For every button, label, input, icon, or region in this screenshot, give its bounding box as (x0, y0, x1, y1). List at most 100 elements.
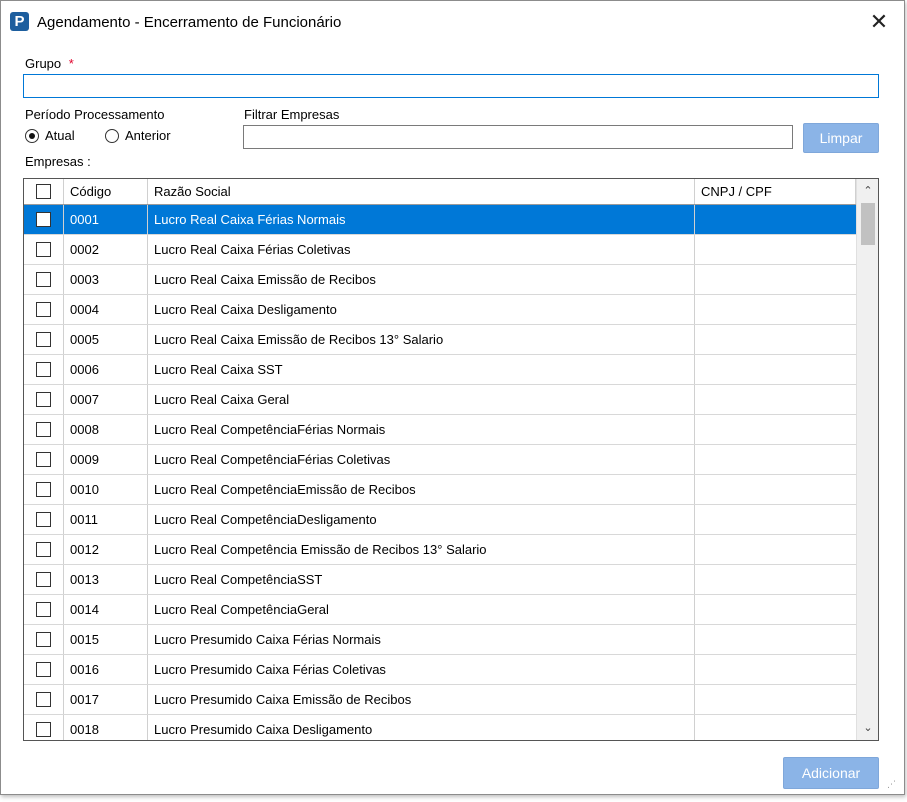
cell-razao-social: Lucro Real Caixa Férias Coletivas (148, 235, 695, 264)
cell-codigo: 0014 (64, 595, 148, 624)
cell-codigo: 0011 (64, 505, 148, 534)
table-row[interactable]: 0010 Lucro Real CompetênciaEmissão de Rec… (24, 475, 856, 505)
cell-codigo: 0009 (64, 445, 148, 474)
row-check-cell (24, 625, 64, 654)
cell-codigo: 0013 (64, 565, 148, 594)
row-checkbox[interactable] (36, 422, 51, 437)
limpar-button[interactable]: Limpar (803, 123, 879, 153)
row-check-cell (24, 205, 64, 234)
cell-codigo: 0010 (64, 475, 148, 504)
cell-cnpj (695, 445, 856, 474)
grid-body: Código Razão Social CNPJ / CPF 0001 Lucro… (24, 179, 856, 740)
cell-codigo: 0018 (64, 715, 148, 740)
row-checkbox[interactable] (36, 302, 51, 317)
table-row[interactable]: 0002 Lucro Real Caixa Férias Coletivas (24, 235, 856, 265)
cell-razao-social: Lucro Real Caixa Emissão de Recibos 13° … (148, 325, 695, 354)
table-row[interactable]: 0004 Lucro Real Caixa Desligamento (24, 295, 856, 325)
row-checkbox[interactable] (36, 512, 51, 527)
cell-razao-social: Lucro Presumido Caixa Desligamento (148, 715, 695, 740)
row-check-cell (24, 595, 64, 624)
row-checkbox[interactable] (36, 452, 51, 467)
row-check-cell (24, 535, 64, 564)
row-check-cell (24, 565, 64, 594)
grupo-label: Grupo (25, 56, 62, 71)
cell-codigo: 0002 (64, 235, 148, 264)
cell-cnpj (695, 505, 856, 534)
row-check-cell (24, 265, 64, 294)
table-row[interactable]: 0011 Lucro Real CompetênciaDesligamento (24, 505, 856, 535)
row-checkbox[interactable] (36, 542, 51, 557)
row-checkbox[interactable] (36, 482, 51, 497)
cell-codigo: 0001 (64, 205, 148, 234)
column-header-razao-social[interactable]: Razão Social (148, 179, 695, 204)
row-checkbox[interactable] (36, 632, 51, 647)
radio-atual[interactable]: Atual (25, 128, 75, 143)
row-checkbox[interactable] (36, 332, 51, 347)
cell-cnpj (695, 475, 856, 504)
grid-header: Código Razão Social CNPJ / CPF (24, 179, 856, 205)
table-row[interactable]: 0005 Lucro Real Caixa Emissão de Recibos … (24, 325, 856, 355)
radio-anterior-label: Anterior (125, 128, 171, 143)
table-row[interactable]: 0009 Lucro Real CompetênciaFérias Coletiv… (24, 445, 856, 475)
row-checkbox[interactable] (36, 362, 51, 377)
row-checkbox[interactable] (36, 212, 51, 227)
filtro-input[interactable] (244, 126, 792, 148)
header-check-cell (24, 179, 64, 204)
chevron-up-icon[interactable]: ⌃ (857, 181, 878, 201)
row-checkbox[interactable] (36, 662, 51, 677)
radio-atual-indicator (25, 128, 39, 143)
cell-cnpj (695, 625, 856, 654)
cell-razao-social: Lucro Presumido Caixa Emissão de Recibos (148, 685, 695, 714)
filtro-field-box (243, 125, 793, 149)
row-check-cell (24, 235, 64, 264)
periodo-label: Período Processamento (25, 107, 165, 122)
table-row[interactable]: 0008 Lucro Real CompetênciaFérias Normais (24, 415, 856, 445)
row-checkbox[interactable] (36, 602, 51, 617)
title-bar: P Agendamento - Encerramento de Funcioná… (1, 1, 904, 41)
row-checkbox[interactable] (36, 722, 51, 737)
cell-codigo: 0016 (64, 655, 148, 684)
filtro-label: Filtrar Empresas (244, 107, 340, 122)
adicionar-button[interactable]: Adicionar (783, 757, 879, 789)
cell-codigo: 0017 (64, 685, 148, 714)
column-header-codigo[interactable]: Código (64, 179, 148, 204)
scroll-thumb[interactable] (861, 203, 875, 245)
table-row[interactable]: 0001 Lucro Real Caixa Férias Normais (24, 205, 856, 235)
row-checkbox[interactable] (36, 692, 51, 707)
table-row[interactable]: 0018 Lucro Presumido Caixa Desligamento (24, 715, 856, 740)
row-checkbox[interactable] (36, 242, 51, 257)
cell-cnpj (695, 385, 856, 414)
column-header-cnpj[interactable]: CNPJ / CPF (695, 179, 856, 204)
grupo-input[interactable] (24, 75, 878, 97)
table-row[interactable]: 0003 Lucro Real Caixa Emissão de Recibos (24, 265, 856, 295)
table-row[interactable]: 0006 Lucro Real Caixa SST (24, 355, 856, 385)
cell-razao-social: Lucro Presumido Caixa Férias Normais (148, 625, 695, 654)
cell-codigo: 0005 (64, 325, 148, 354)
resize-grip-icon[interactable]: ⋰ (887, 779, 896, 790)
required-marker: * (68, 56, 74, 71)
table-row[interactable]: 0007 Lucro Real Caixa Geral (24, 385, 856, 415)
close-button[interactable]: ✕ (862, 8, 896, 36)
cell-cnpj (695, 265, 856, 294)
cell-cnpj (695, 565, 856, 594)
table-row[interactable]: 0014 Lucro Real CompetênciaGeral (24, 595, 856, 625)
radio-anterior[interactable]: Anterior (105, 128, 171, 143)
chevron-down-icon[interactable]: ⌄ (857, 718, 878, 738)
table-row[interactable]: 0017 Lucro Presumido Caixa Emissão de Rec… (24, 685, 856, 715)
row-check-cell (24, 715, 64, 740)
empresas-label: Empresas : (25, 154, 91, 169)
row-checkbox[interactable] (36, 572, 51, 587)
table-row[interactable]: 0013 Lucro Real CompetênciaSST (24, 565, 856, 595)
row-check-cell (24, 475, 64, 504)
row-check-cell (24, 445, 64, 474)
row-checkbox[interactable] (36, 392, 51, 407)
table-row[interactable]: 0016 Lucro Presumido Caixa Férias Coletiv… (24, 655, 856, 685)
cell-razao-social: Lucro Real CompetênciaFérias Coletivas (148, 445, 695, 474)
table-row[interactable]: 0012 Lucro Real Competência Emissão de Re… (24, 535, 856, 565)
table-row[interactable]: 0015 Lucro Presumido Caixa Férias Normais (24, 625, 856, 655)
row-checkbox[interactable] (36, 272, 51, 287)
vertical-scrollbar[interactable]: ⌃ ⌄ (856, 179, 878, 740)
cell-cnpj (695, 295, 856, 324)
cell-cnpj (695, 655, 856, 684)
select-all-checkbox[interactable] (36, 184, 51, 199)
